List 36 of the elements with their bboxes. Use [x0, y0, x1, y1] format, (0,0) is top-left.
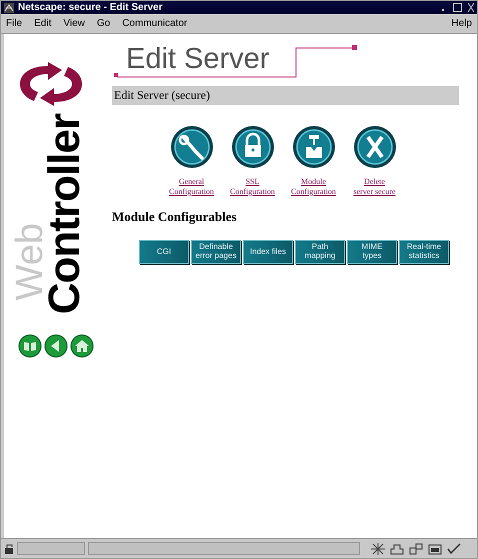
home-icon[interactable] [70, 334, 94, 358]
checkmark-pen-icon[interactable] [447, 542, 461, 554]
app-icon [4, 2, 14, 12]
action-link[interactable]: Delete server secure [354, 177, 396, 197]
arrows-logo-icon [18, 62, 84, 106]
page-heading: Edit Server [126, 45, 270, 74]
action-link[interactable]: Module Configuration [291, 177, 336, 197]
maximize-icon[interactable] [453, 3, 462, 12]
action-link[interactable]: General Configuration [169, 177, 214, 197]
padlock-icon[interactable] [230, 125, 274, 169]
brand-bold-text: Controller [45, 114, 85, 314]
module-button[interactable]: Path mapping [295, 240, 345, 264]
menu-item[interactable]: Communicator [122, 18, 188, 29]
menu-item[interactable]: Help [451, 18, 472, 29]
delete-x-icon[interactable] [352, 125, 396, 169]
chat-icon[interactable] [409, 542, 423, 554]
security-lock-icon [4, 544, 14, 554]
book-icon[interactable] [18, 334, 42, 358]
window-title: Netscape: secure - Edit Server [18, 2, 163, 13]
close-icon[interactable] [468, 3, 474, 12]
menu-item[interactable]: Edit [34, 18, 52, 29]
section-title: Module Configurables [112, 209, 238, 225]
action-link[interactable]: SSL Configuration [230, 177, 275, 197]
menu-item[interactable]: View [63, 18, 85, 29]
module-button[interactable]: MIME types [347, 240, 397, 264]
menu-item[interactable]: Go [96, 18, 110, 29]
module-button[interactable]: CGI [139, 240, 189, 264]
menu-item[interactable]: File [6, 18, 22, 29]
module-icon[interactable] [292, 125, 336, 169]
module-button[interactable]: Definable error pages [191, 240, 241, 264]
module-button[interactable]: Real-time statistics [399, 240, 449, 264]
module-button[interactable]: Index files [243, 240, 293, 264]
wrench-icon[interactable] [170, 125, 214, 169]
progress-field [17, 542, 85, 555]
subheading-bar: Edit Server (secure) [112, 86, 459, 105]
back-icon[interactable] [44, 334, 68, 358]
